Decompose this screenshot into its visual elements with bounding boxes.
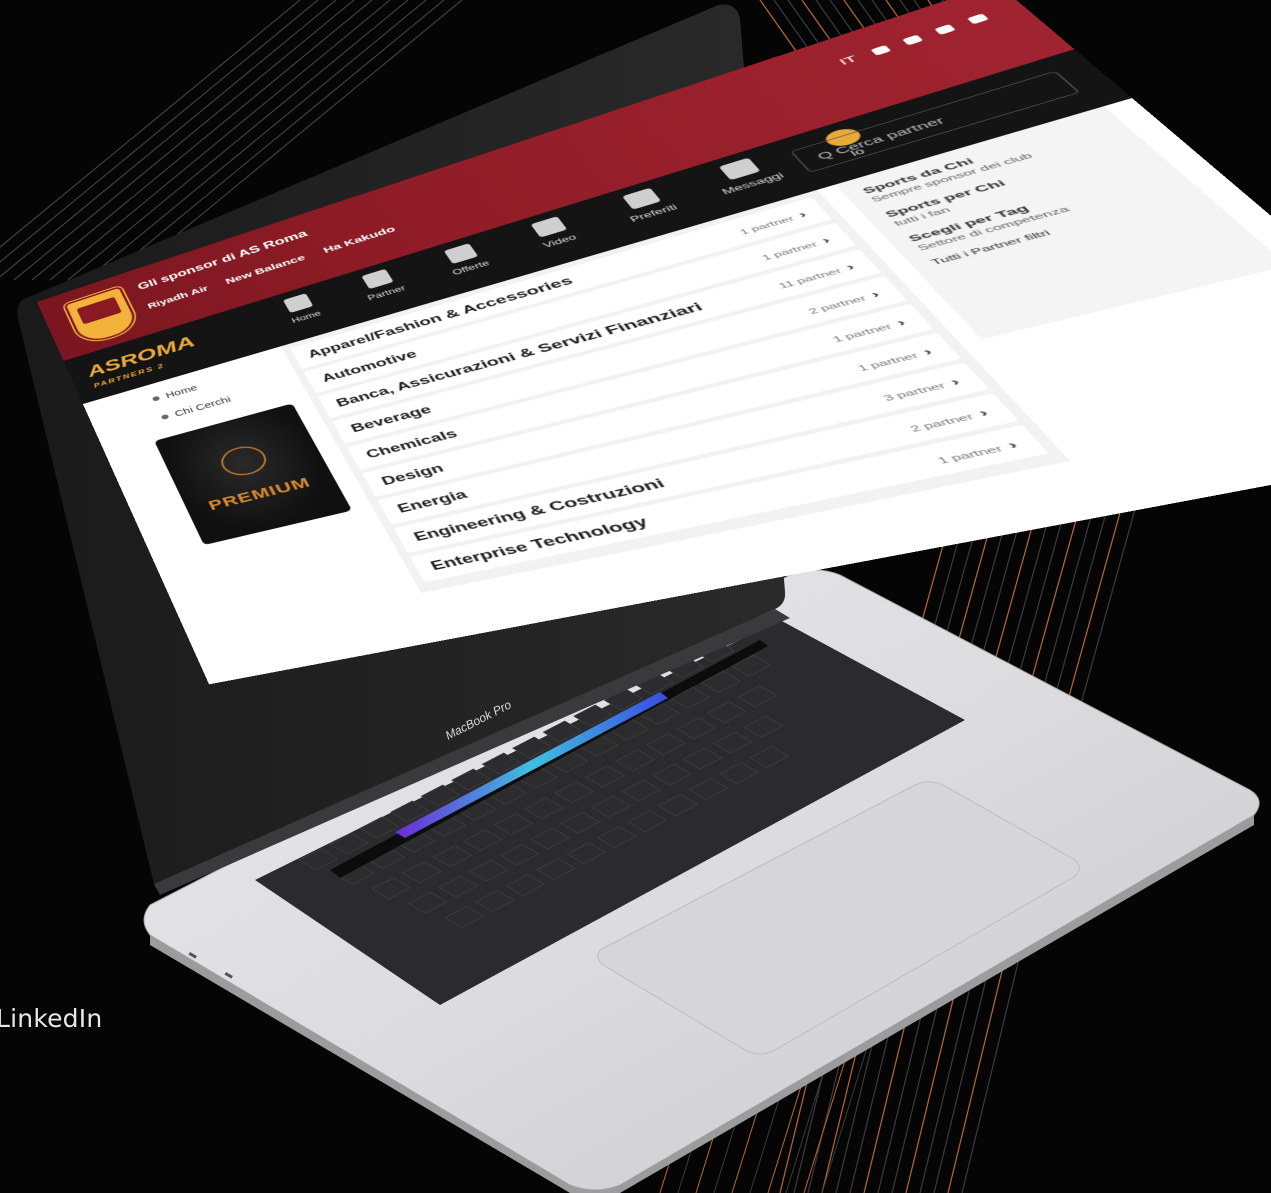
stage: LinkedIn Gli sponsor di AS Roma Riyadh A…: [0, 0, 1271, 1193]
device-label: MacBook Pro: [443, 697, 514, 742]
device-label-layer: MacBook Pro: [0, 0, 1271, 1193]
